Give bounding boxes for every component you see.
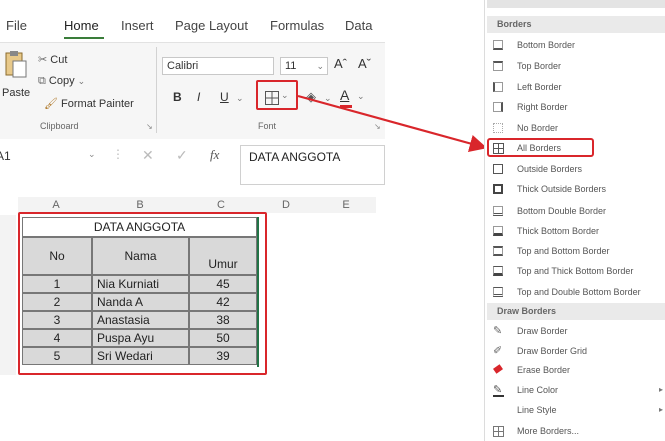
chevron-right-icon: ▸ [658,405,663,414]
top-bottom-border-icon [493,246,503,256]
top-double-bottom-border-icon [493,287,503,297]
borders-section-header: Borders [487,16,665,33]
chevron-right-icon: ▸ [658,385,663,394]
bottom-double-border-icon [493,206,503,216]
outside-borders-icon [493,164,503,174]
pencil-icon: ✎ [493,325,503,337]
menu-item-bottom-border[interactable]: Bottom Border [491,37,663,53]
menu-item-top-bottom-border[interactable]: Top and Bottom Border [491,243,663,259]
draw-borders-section-header: Draw Borders [487,303,665,320]
menu-item-top-thick-bottom-border[interactable]: Top and Thick Bottom Border [491,263,663,279]
menu-item-top-border[interactable]: Top Border [491,58,663,74]
no-border-icon [493,123,503,133]
menu-item-line-color[interactable]: ✎ Line Color ▸ [491,382,663,398]
menu-top-strip [487,0,665,8]
borders-dropdown-menu: Borders Bottom Border Top Border Left Bo… [484,0,665,441]
pencil-grid-icon: ✐ [493,345,503,357]
bottom-border-icon [493,40,503,50]
eraser-icon [493,364,503,374]
thick-bottom-border-icon [493,226,503,236]
right-border-icon [493,102,503,112]
menu-item-draw-border[interactable]: ✎ Draw Border [491,323,663,339]
left-border-icon [493,82,503,92]
menu-item-top-double-bottom-border[interactable]: Top and Double Bottom Border [491,284,663,300]
menu-item-thick-outside-borders[interactable]: Thick Outside Borders [491,181,663,197]
menu-item-draw-border-grid[interactable]: ✐ Draw Border Grid [491,343,663,359]
menu-item-outside-borders[interactable]: Outside Borders [491,161,663,177]
top-border-icon [493,61,503,71]
top-thick-bottom-border-icon [493,266,503,276]
menu-item-erase-border[interactable]: Erase Border [491,362,663,378]
menu-item-more-borders[interactable]: More Borders... [491,423,663,439]
menu-item-right-border[interactable]: Right Border [491,99,663,115]
menu-item-thick-bottom-border[interactable]: Thick Bottom Border [491,223,663,239]
menu-item-bottom-double-border[interactable]: Bottom Double Border [491,203,663,219]
menu-item-no-border[interactable]: No Border [491,120,663,136]
more-borders-icon [493,426,504,437]
all-borders-highlight [487,138,594,157]
menu-item-left-border[interactable]: Left Border [491,79,663,95]
line-color-bar [493,395,504,397]
thick-outside-borders-icon [493,184,503,194]
menu-item-line-style[interactable]: Line Style ▸ [491,402,663,418]
